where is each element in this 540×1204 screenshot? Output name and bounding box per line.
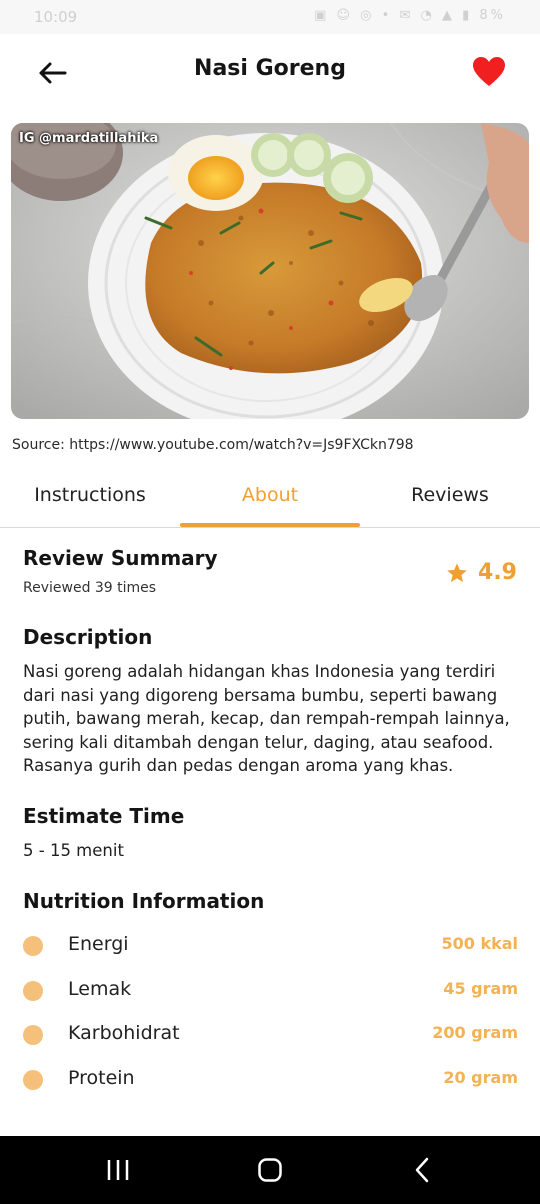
bullet-dot	[23, 1025, 43, 1045]
nutrition-amount: 20 gram	[443, 1068, 518, 1087]
home-icon	[258, 1158, 282, 1182]
active-tab-indicator	[180, 523, 360, 527]
bullet-dot	[23, 1070, 43, 1090]
nutrition-amount: 500 kkal	[441, 934, 518, 953]
back-icon	[415, 1157, 429, 1183]
tab-bar: Instructions About Reviews	[0, 468, 540, 528]
rating-value: 4.9	[478, 560, 517, 585]
app-bar: Nasi Goreng	[0, 34, 540, 110]
status-icons: ▣ ☺ ◎ • ✉ ◔ ▲ ▮ 8%	[314, 8, 506, 23]
nutrition-name: Lemak	[68, 978, 132, 1000]
tab-about[interactable]: About	[180, 468, 360, 527]
status-time: 10:09	[34, 8, 78, 26]
nutrition-amount: 45 gram	[443, 979, 518, 998]
nutrition-name: Protein	[68, 1067, 135, 1089]
nutrition-title: Nutrition Information	[23, 889, 265, 913]
description-title: Description	[23, 625, 153, 649]
nutrition-amount: 200 gram	[432, 1023, 518, 1042]
favorite-button[interactable]	[472, 56, 506, 88]
estimate-time-title: Estimate Time	[23, 804, 185, 828]
recents-icon	[107, 1160, 129, 1180]
recents-button[interactable]	[98, 1154, 138, 1186]
star-icon	[447, 562, 467, 582]
page-title: Nasi Goreng	[194, 56, 346, 81]
tab-reviews[interactable]: Reviews	[360, 468, 540, 527]
bullet-dot	[23, 936, 43, 956]
heart-icon	[473, 57, 505, 86]
tab-instructions[interactable]: Instructions	[0, 468, 180, 527]
estimate-time-value: 5 - 15 menit	[23, 841, 124, 860]
review-count: Reviewed 39 times	[23, 580, 157, 596]
description-text: Nasi goreng adalah hidangan khas Indones…	[23, 662, 510, 775]
bullet-dot	[23, 981, 43, 1001]
rating: 4.9	[446, 560, 517, 585]
review-summary-title: Review Summary	[23, 546, 218, 570]
nutrition-row: Lemak 45 gram	[23, 976, 518, 1006]
status-bar: 10:09 ▣ ☺ ◎ • ✉ ◔ ▲ ▮ 8%	[0, 0, 540, 34]
nutrition-row: Karbohidrat 200 gram	[23, 1020, 518, 1050]
recipe-image: IG @mardatillahika	[11, 123, 529, 419]
image-watermark: IG @mardatillahika	[19, 131, 159, 146]
nutrition-name: Karbohidrat	[68, 1022, 180, 1044]
source-link[interactable]: Source: https://www.youtube.com/watch?v=…	[12, 437, 414, 453]
system-nav-bar	[0, 1136, 540, 1204]
nutrition-row: Protein 20 gram	[23, 1065, 518, 1095]
nutrition-row: Energi 500 kkal	[23, 931, 518, 961]
system-back-button[interactable]	[402, 1154, 442, 1186]
home-button[interactable]	[250, 1154, 290, 1186]
nutrition-name: Energi	[68, 933, 129, 955]
nasi-goreng-photo	[11, 123, 529, 419]
